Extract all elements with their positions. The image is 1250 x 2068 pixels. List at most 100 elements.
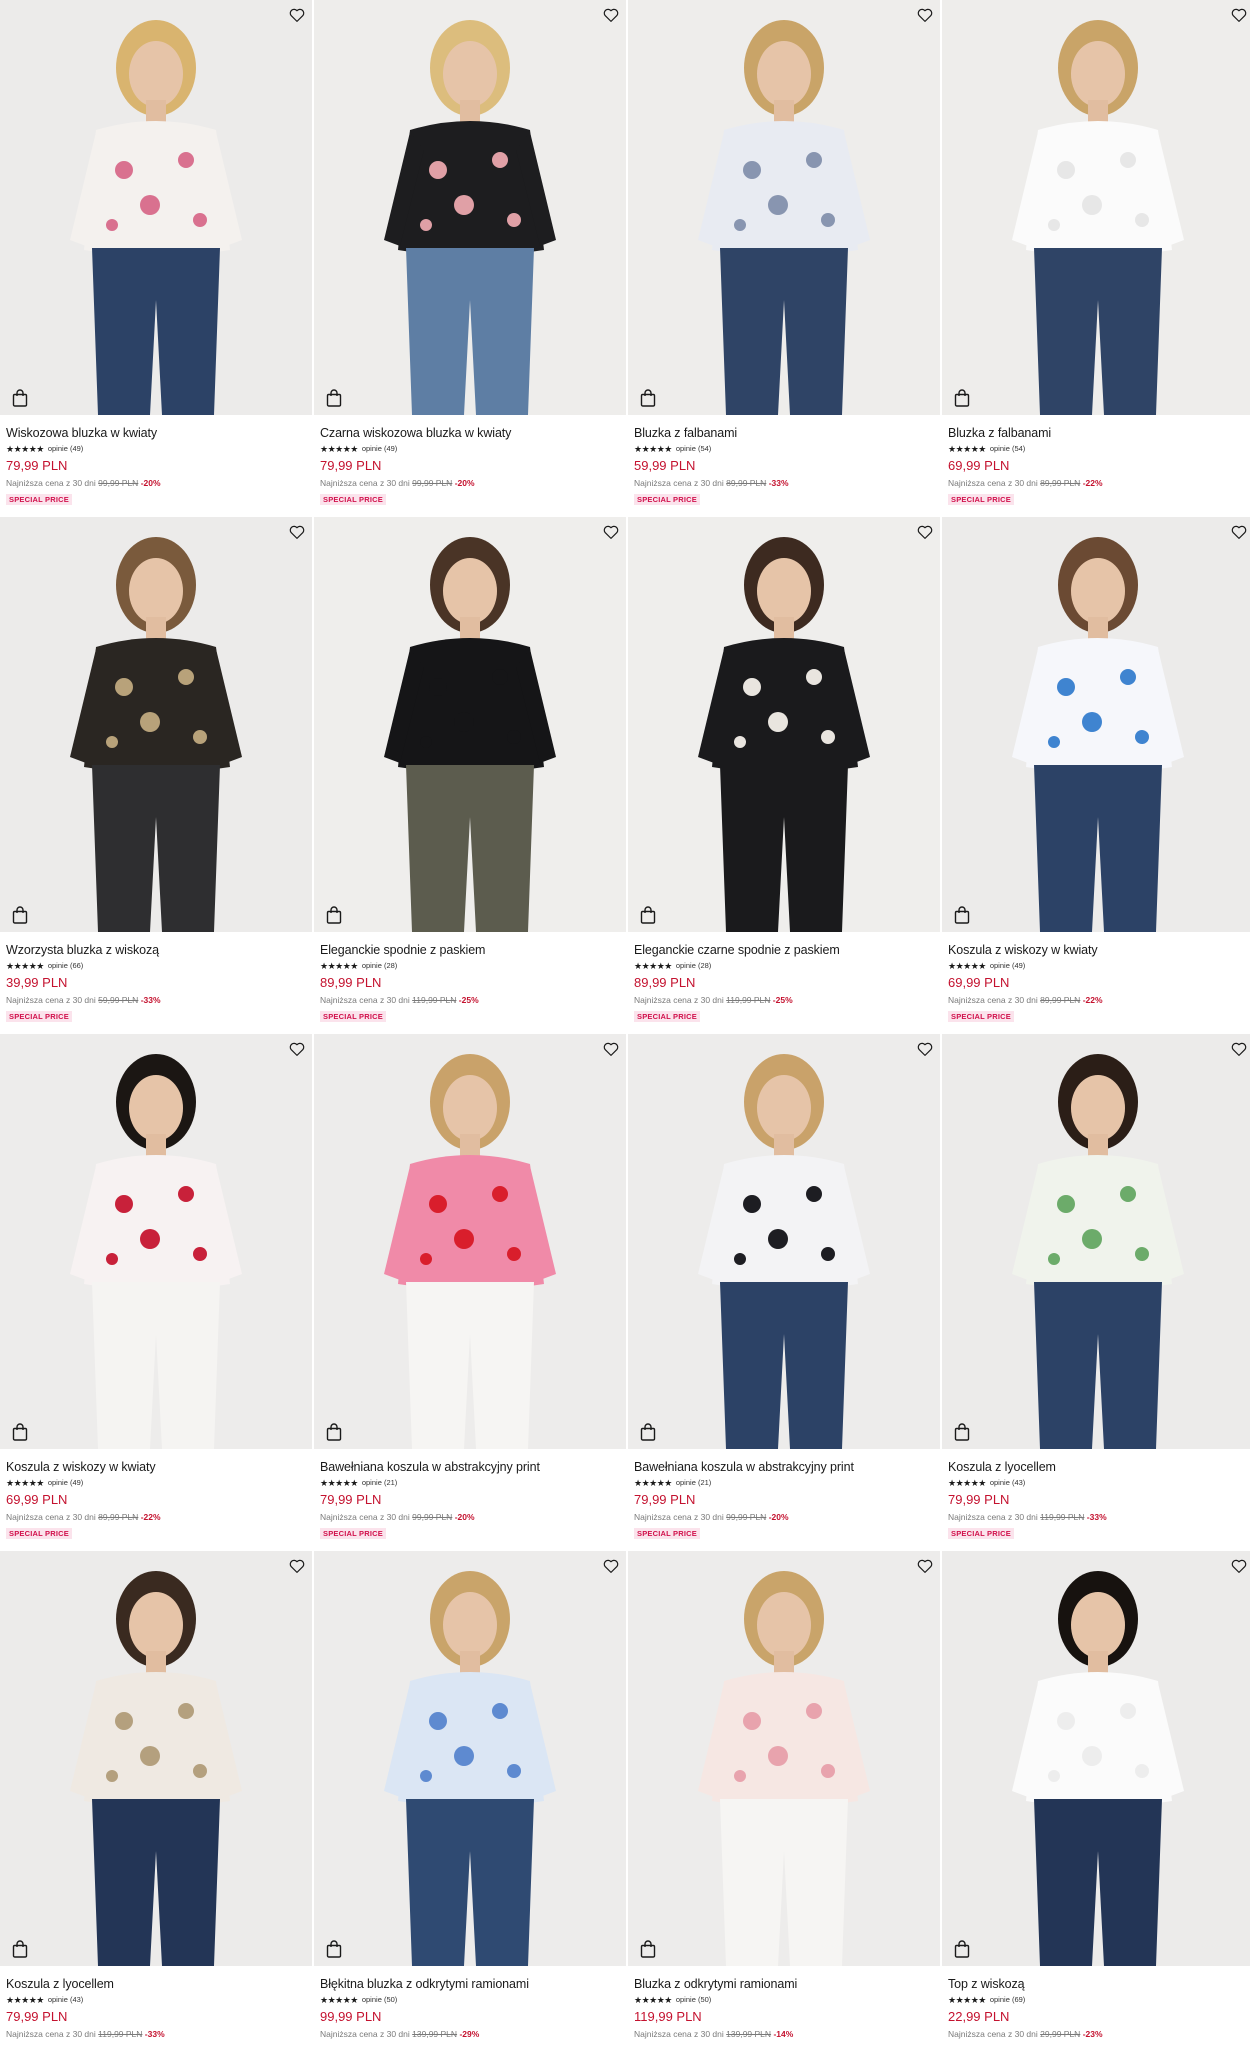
review-count[interactable]: opinie (49) [48, 444, 83, 454]
heart-icon[interactable] [288, 6, 306, 24]
product-image[interactable] [942, 1034, 1250, 1449]
heart-icon[interactable] [1230, 6, 1248, 24]
product-image[interactable] [0, 517, 312, 932]
product-card[interactable]: Bluzka z falbanami ★★★★★ opinie (54) 69,… [942, 0, 1250, 517]
product-name[interactable]: Eleganckie czarne spodnie z paskiem [634, 943, 934, 958]
heart-icon[interactable] [916, 1040, 934, 1058]
review-count[interactable]: opinie (49) [990, 961, 1025, 971]
product-image[interactable] [628, 1034, 940, 1449]
product-card[interactable]: Wzorzysta bluzka z wiskozą ★★★★★ opinie … [0, 517, 312, 1034]
review-count[interactable]: opinie (50) [362, 1995, 397, 2005]
shopping-bag-icon[interactable] [326, 1940, 342, 1958]
product-name[interactable]: Bluzka z falbanami [948, 426, 1248, 441]
heart-icon[interactable] [916, 6, 934, 24]
heart-icon[interactable] [602, 523, 620, 541]
product-name[interactable]: Bluzka z falbanami [634, 426, 934, 441]
product-image[interactable] [0, 1034, 312, 1449]
product-name[interactable]: Bawełniana koszula w abstrakcyjny print [320, 1460, 620, 1475]
review-count[interactable]: opinie (54) [990, 444, 1025, 454]
review-count[interactable]: opinie (69) [990, 1995, 1025, 2005]
discount-percent: -22% [140, 1512, 161, 1522]
product-name[interactable]: Top z wiskozą [948, 1977, 1248, 1992]
shopping-bag-icon[interactable] [640, 1423, 656, 1441]
heart-icon[interactable] [602, 1557, 620, 1575]
product-name[interactable]: Bluzka z odkrytymi ramionami [634, 1977, 934, 1992]
product-name[interactable]: Eleganckie spodnie z paskiem [320, 943, 620, 958]
product-card[interactable]: Bawełniana koszula w abstrakcyjny print … [314, 1034, 626, 1551]
review-count[interactable]: opinie (50) [676, 1995, 711, 2005]
lowest-price-label: Najniższa cena z 30 dni [320, 2029, 410, 2039]
shopping-bag-icon[interactable] [640, 389, 656, 407]
review-count[interactable]: opinie (21) [676, 1478, 711, 1488]
review-count[interactable]: opinie (49) [362, 444, 397, 454]
product-card[interactable]: Koszula z lyocellem ★★★★★ opinie (43) 79… [0, 1551, 312, 2068]
shopping-bag-icon[interactable] [954, 1423, 970, 1441]
product-info: Bawełniana koszula w abstrakcyjny print … [314, 1449, 626, 1541]
shopping-bag-icon[interactable] [12, 906, 28, 924]
review-count[interactable]: opinie (54) [676, 444, 711, 454]
review-count[interactable]: opinie (43) [990, 1478, 1025, 1488]
heart-icon[interactable] [916, 1557, 934, 1575]
product-image[interactable] [0, 0, 312, 415]
product-name[interactable]: Bawełniana koszula w abstrakcyjny print [634, 1460, 934, 1475]
product-name[interactable]: Wzorzysta bluzka z wiskozą [6, 943, 306, 958]
heart-icon[interactable] [288, 1557, 306, 1575]
product-name[interactable]: Koszula z wiskozy w kwiaty [948, 943, 1248, 958]
product-image[interactable] [942, 1551, 1250, 1966]
product-card[interactable]: Bawełniana koszula w abstrakcyjny print … [628, 1034, 940, 1551]
shopping-bag-icon[interactable] [640, 1940, 656, 1958]
heart-icon[interactable] [288, 1040, 306, 1058]
heart-icon[interactable] [1230, 1040, 1248, 1058]
product-card[interactable]: Koszula z lyocellem ★★★★★ opinie (43) 79… [942, 1034, 1250, 1551]
product-card[interactable]: Błękitna bluzka z odkrytymi ramionami ★★… [314, 1551, 626, 2068]
review-count[interactable]: opinie (28) [362, 961, 397, 971]
heart-icon[interactable] [602, 1040, 620, 1058]
product-image[interactable] [628, 517, 940, 932]
product-name[interactable]: Koszula z wiskozy w kwiaty [6, 1460, 306, 1475]
heart-icon[interactable] [288, 523, 306, 541]
shopping-bag-icon[interactable] [326, 389, 342, 407]
product-card[interactable]: Bluzka z falbanami ★★★★★ opinie (54) 59,… [628, 0, 940, 517]
product-card[interactable]: Eleganckie czarne spodnie z paskiem ★★★★… [628, 517, 940, 1034]
heart-icon[interactable] [1230, 523, 1248, 541]
product-card[interactable]: Top z wiskozą ★★★★★ opinie (69) 22,99 PL… [942, 1551, 1250, 2068]
product-image[interactable] [0, 1551, 312, 1966]
heart-icon[interactable] [916, 523, 934, 541]
product-image[interactable] [942, 0, 1250, 415]
product-name[interactable]: Czarna wiskozowa bluzka w kwiaty [320, 426, 620, 441]
shopping-bag-icon[interactable] [12, 389, 28, 407]
product-name[interactable]: Koszula z lyocellem [6, 1977, 306, 1992]
product-image[interactable] [628, 1551, 940, 1966]
product-card[interactable]: Koszula z wiskozy w kwiaty ★★★★★ opinie … [0, 1034, 312, 1551]
review-count[interactable]: opinie (28) [676, 961, 711, 971]
shopping-bag-icon[interactable] [326, 906, 342, 924]
shopping-bag-icon[interactable] [12, 1940, 28, 1958]
product-card[interactable]: Czarna wiskozowa bluzka w kwiaty ★★★★★ o… [314, 0, 626, 517]
product-image[interactable] [314, 0, 626, 415]
review-count[interactable]: opinie (66) [48, 961, 83, 971]
review-count[interactable]: opinie (43) [48, 1995, 83, 2005]
product-card[interactable]: Wiskozowa bluzka w kwiaty ★★★★★ opinie (… [0, 0, 312, 517]
product-image[interactable] [314, 1551, 626, 1966]
heart-icon[interactable] [602, 6, 620, 24]
shopping-bag-icon[interactable] [326, 1423, 342, 1441]
product-card[interactable]: Eleganckie spodnie z paskiem ★★★★★ opini… [314, 517, 626, 1034]
product-image[interactable] [628, 0, 940, 415]
product-name[interactable]: Koszula z lyocellem [948, 1460, 1248, 1475]
heart-icon[interactable] [1230, 1557, 1248, 1575]
shopping-bag-icon[interactable] [954, 1940, 970, 1958]
review-count[interactable]: opinie (49) [48, 1478, 83, 1488]
product-name[interactable]: Błękitna bluzka z odkrytymi ramionami [320, 1977, 620, 1992]
product-image[interactable] [314, 1034, 626, 1449]
shopping-bag-icon[interactable] [12, 1423, 28, 1441]
shopping-bag-icon[interactable] [954, 906, 970, 924]
product-name[interactable]: Wiskozowa bluzka w kwiaty [6, 426, 306, 441]
product-image[interactable] [314, 517, 626, 932]
product-card[interactable]: Koszula z wiskozy w kwiaty ★★★★★ opinie … [942, 517, 1250, 1034]
shopping-bag-icon[interactable] [640, 906, 656, 924]
product-image[interactable] [942, 517, 1250, 932]
product-card[interactable]: Bluzka z odkrytymi ramionami ★★★★★ opini… [628, 1551, 940, 2068]
shopping-bag-icon[interactable] [954, 389, 970, 407]
review-count[interactable]: opinie (21) [362, 1478, 397, 1488]
rating-stars: ★★★★★ [948, 1995, 986, 2005]
